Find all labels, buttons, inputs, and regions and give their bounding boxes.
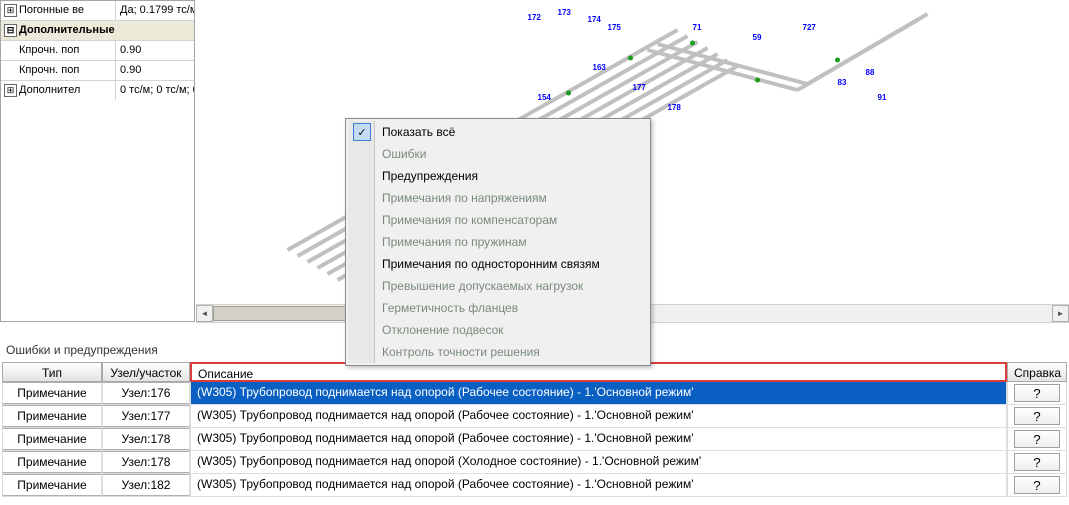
- table-row[interactable]: ПримечаниеУзел:178(W305) Трубопровод под…: [2, 428, 1067, 451]
- context-menu-item: Примечания по компенсаторам: [348, 209, 648, 231]
- cell-desc: (W305) Трубопровод поднимается над опоро…: [190, 451, 1007, 473]
- errors-table[interactable]: Тип Узел/участок Описание Справка Примеч…: [2, 362, 1067, 503]
- svg-text:163: 163: [593, 63, 607, 72]
- prop-row[interactable]: Кпрочн. поп 0.90: [1, 61, 194, 81]
- col-help-header[interactable]: Справка: [1007, 362, 1067, 382]
- prop-row[interactable]: Кпрочн. поп 0.90: [1, 41, 194, 61]
- context-menu-item[interactable]: ✓ Показать всё: [348, 121, 648, 143]
- context-menu-item: Отклонение подвесок: [348, 319, 648, 341]
- prop-value[interactable]: 0 тс/м; 0 тс/м; 0: [116, 81, 194, 100]
- cell-help: ?: [1007, 451, 1067, 473]
- prop-value[interactable]: Да; 0.1799 тс/м;: [116, 1, 194, 20]
- table-row[interactable]: ПримечаниеУзел:182(W305) Трубопровод под…: [2, 474, 1067, 497]
- context-menu-label: Примечания по компенсаторам: [382, 213, 557, 227]
- help-button[interactable]: ?: [1014, 430, 1060, 448]
- cell-type: Примечание: [2, 451, 102, 473]
- prop-label: ⊞ Погонные ве: [1, 1, 116, 20]
- cell-node: Узел:178: [102, 451, 190, 473]
- cell-help: ?: [1007, 474, 1067, 496]
- expand-icon[interactable]: ⊞: [4, 84, 17, 97]
- context-menu-label: Ошибки: [382, 147, 427, 161]
- help-button[interactable]: ?: [1014, 407, 1060, 425]
- svg-text:59: 59: [753, 33, 762, 42]
- context-menu-label: Примечания по напряжениям: [382, 191, 547, 205]
- cell-desc: (W305) Трубопровод поднимается над опоро…: [190, 405, 1007, 427]
- svg-text:175: 175: [608, 23, 622, 32]
- context-menu-item[interactable]: Предупреждения: [348, 165, 648, 187]
- context-menu-label: Отклонение подвесок: [382, 323, 504, 337]
- scroll-left-icon[interactable]: ◄: [196, 305, 213, 322]
- cell-type: Примечание: [2, 474, 102, 496]
- context-menu-item[interactable]: Примечания по односторонним связям: [348, 253, 648, 275]
- context-menu-label: Примечания по пружинам: [382, 235, 527, 249]
- svg-text:88: 88: [866, 68, 875, 77]
- prop-group-row[interactable]: ⊟ Дополнительные: [1, 21, 194, 41]
- collapse-icon[interactable]: ⊟: [4, 24, 17, 37]
- context-menu-label: Превышение допускаемых нагрузок: [382, 279, 583, 293]
- context-menu-label: Предупреждения: [382, 169, 478, 183]
- prop-row[interactable]: ⊞ Погонные ве Да; 0.1799 тс/м;: [1, 1, 194, 21]
- svg-text:71: 71: [693, 23, 702, 32]
- context-menu-label: Герметичность фланцев: [382, 301, 518, 315]
- context-menu-item: Ошибки: [348, 143, 648, 165]
- cell-help: ?: [1007, 405, 1067, 427]
- cell-type: Примечание: [2, 405, 102, 427]
- context-menu-item: Примечания по пружинам: [348, 231, 648, 253]
- cell-type: Примечание: [2, 382, 102, 404]
- cell-node: Узел:176: [102, 382, 190, 404]
- scroll-right-icon[interactable]: ►: [1052, 305, 1069, 322]
- context-menu-item: Контроль точности решения: [348, 341, 648, 363]
- col-node-header[interactable]: Узел/участок: [102, 362, 190, 382]
- context-menu-label: Контроль точности решения: [382, 345, 540, 359]
- prop-label: Кпрочн. поп: [1, 41, 116, 60]
- context-menu-label: Примечания по односторонним связям: [382, 257, 600, 271]
- cell-help: ?: [1007, 382, 1067, 404]
- context-menu[interactable]: ✓ Показать всё Ошибки Предупреждения Примеча…: [345, 118, 651, 366]
- svg-text:83: 83: [838, 78, 847, 87]
- cell-desc: (W305) Трубопровод поднимается над опоро…: [190, 474, 1007, 496]
- help-button[interactable]: ?: [1014, 476, 1060, 494]
- prop-value[interactable]: 0.90: [116, 61, 194, 80]
- cell-help: ?: [1007, 428, 1067, 450]
- svg-text:91: 91: [878, 93, 887, 102]
- prop-group-label: ⊟ Дополнительные: [1, 21, 194, 40]
- help-button[interactable]: ?: [1014, 384, 1060, 402]
- cell-node: Узел:182: [102, 474, 190, 496]
- property-grid[interactable]: ⊞ Погонные ве Да; 0.1799 тс/м; ⊟ Дополни…: [0, 0, 195, 322]
- expand-icon[interactable]: ⊞: [4, 4, 17, 17]
- cell-node: Узел:178: [102, 428, 190, 450]
- prop-value[interactable]: 0.90: [116, 41, 194, 60]
- context-menu-item: Превышение допускаемых нагрузок: [348, 275, 648, 297]
- svg-text:173: 173: [558, 8, 572, 17]
- cell-node: Узел:177: [102, 405, 190, 427]
- table-row[interactable]: ПримечаниеУзел:178(W305) Трубопровод под…: [2, 451, 1067, 474]
- svg-text:172: 172: [528, 13, 542, 22]
- table-row[interactable]: ПримечаниеУзел:176(W305) Трубопровод под…: [2, 382, 1067, 405]
- svg-text:154: 154: [538, 93, 552, 102]
- col-type-header[interactable]: Тип: [2, 362, 102, 382]
- svg-text:177: 177: [633, 83, 647, 92]
- check-icon: ✓: [353, 123, 371, 141]
- help-button[interactable]: ?: [1014, 453, 1060, 471]
- context-menu-item: Герметичность фланцев: [348, 297, 648, 319]
- prop-label: Кпрочн. поп: [1, 61, 116, 80]
- context-menu-label: Показать всё: [382, 125, 455, 139]
- cell-desc: (W305) Трубопровод поднимается над опоро…: [190, 428, 1007, 450]
- prop-row[interactable]: ⊞ Дополнител 0 тс/м; 0 тс/м; 0: [1, 81, 194, 100]
- cell-desc: (W305) Трубопровод поднимается над опоро…: [190, 382, 1007, 404]
- prop-label: ⊞ Дополнител: [1, 81, 116, 100]
- svg-text:727: 727: [803, 23, 817, 32]
- svg-text:178: 178: [668, 103, 682, 112]
- cell-type: Примечание: [2, 428, 102, 450]
- context-menu-item: Примечания по напряжениям: [348, 187, 648, 209]
- table-row[interactable]: ПримечаниеУзел:177(W305) Трубопровод под…: [2, 405, 1067, 428]
- svg-text:174: 174: [588, 15, 602, 24]
